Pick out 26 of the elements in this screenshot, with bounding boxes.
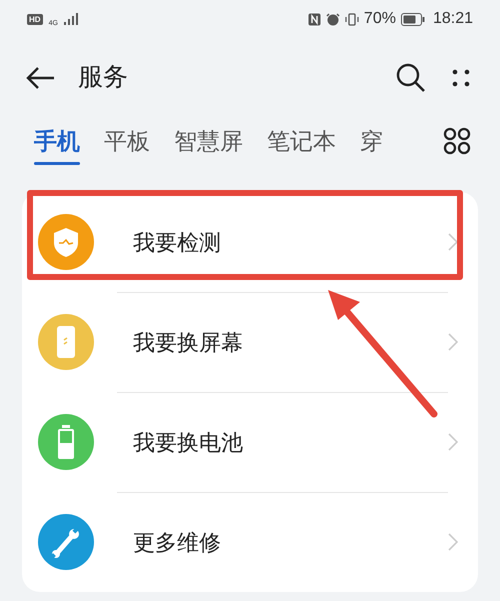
more-dots-icon — [451, 68, 471, 88]
alarm-icon — [326, 12, 340, 26]
back-arrow-icon — [25, 66, 55, 90]
chevron-icon — [448, 433, 458, 451]
category-tab[interactable]: 平板 — [104, 124, 150, 165]
category-tab[interactable]: 智慧屏 — [174, 124, 243, 165]
signal-icon — [64, 13, 78, 25]
category-tab[interactable]: 手机 — [34, 124, 80, 165]
chevron-icon — [448, 233, 458, 251]
battery-percent: 70% — [364, 9, 396, 29]
search-icon — [395, 62, 427, 94]
category-tab[interactable]: 笔记本 — [267, 124, 336, 165]
service-item-label[interactable]: 我要换电池 — [133, 426, 448, 458]
battery-status-icon — [400, 12, 425, 26]
chevron-icon — [448, 333, 458, 351]
page-title: 服务 — [78, 62, 128, 94]
nfc-icon — [308, 12, 321, 26]
category-tab[interactable]: 穿 — [360, 124, 383, 165]
grid-icon — [443, 127, 471, 155]
chevron-icon — [448, 533, 458, 551]
hd-badge: HD — [27, 14, 43, 24]
clock-time: 18:21 — [432, 9, 473, 29]
service-item-label[interactable]: 我要检测 — [133, 226, 448, 258]
vibrate-icon — [344, 12, 359, 26]
service-item-label[interactable]: 更多维修 — [133, 526, 448, 558]
service-item-label[interactable]: 我要换屏幕 — [133, 326, 448, 358]
